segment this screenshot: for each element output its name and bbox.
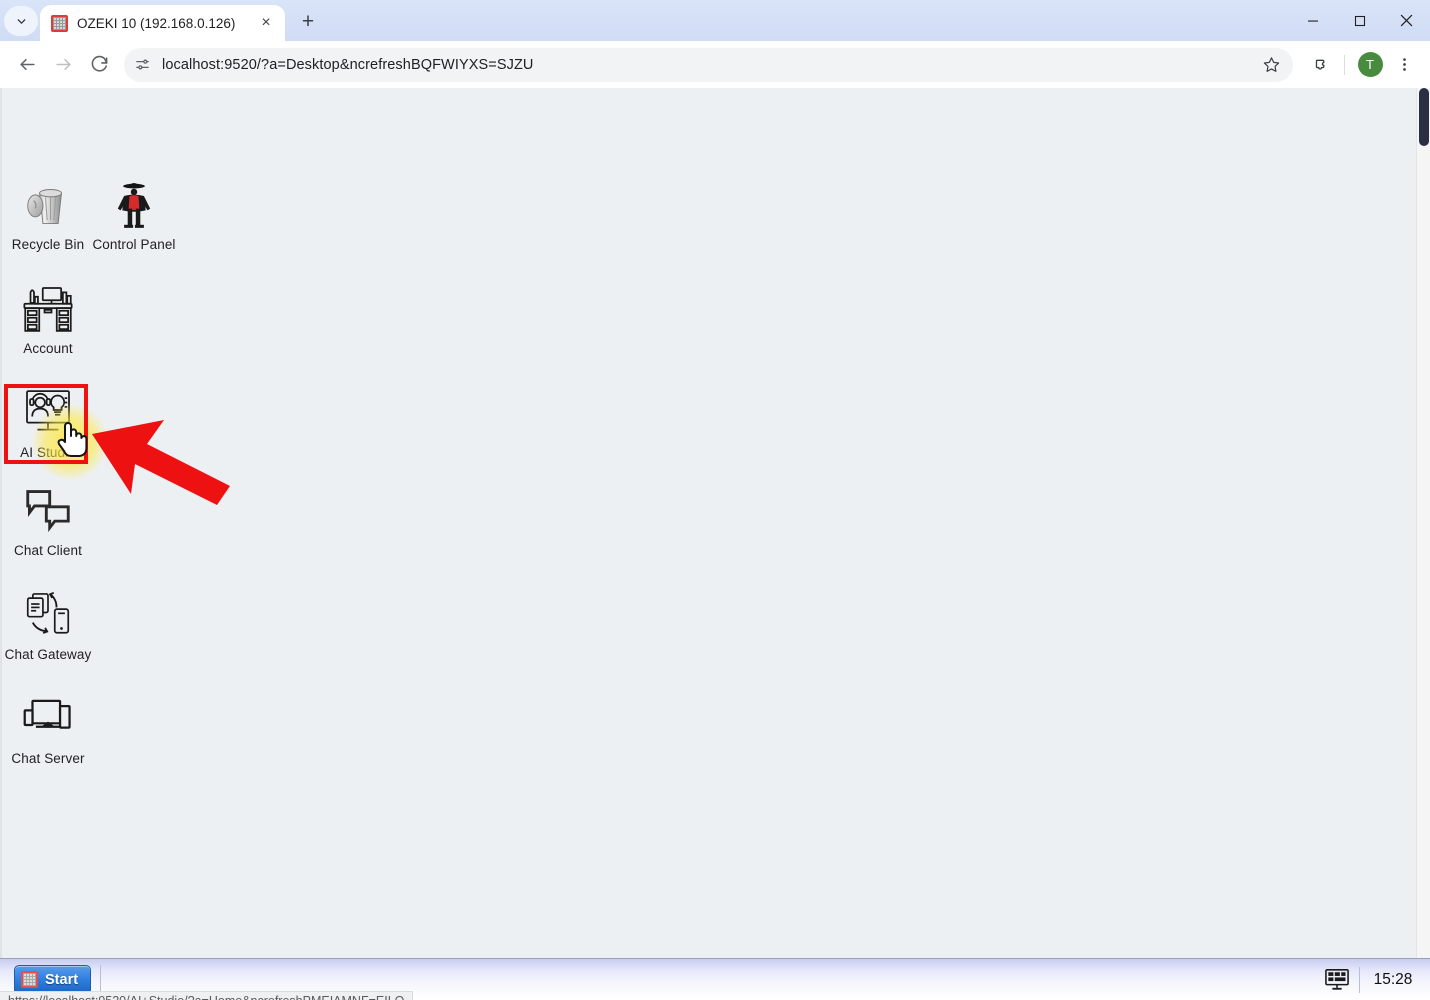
document-phone-sync-icon	[19, 586, 77, 644]
desktop-icon-chat-client[interactable]: Chat Client	[4, 482, 92, 558]
desktop-icon-label: Account	[23, 341, 73, 356]
speech-bubbles-icon	[19, 482, 77, 540]
desk-icon	[19, 280, 77, 338]
reload-button[interactable]	[82, 48, 116, 82]
url-text[interactable]: localhost:9520/?a=Desktop&ncrefreshBQFWI…	[162, 57, 1255, 73]
ai-studio-monitor-icon	[19, 384, 77, 442]
extensions-puzzle-icon[interactable]	[1303, 49, 1335, 81]
tab-title: OZEKI 10 (192.168.0.126)	[77, 15, 236, 31]
trash-can-icon	[19, 176, 77, 234]
status-bar-url: https://localhost:9520/AI+Studio/?a=Home…	[0, 991, 414, 1000]
maximize-window-button[interactable]	[1336, 0, 1383, 41]
desktop-icon-label: Control Panel	[92, 237, 176, 252]
close-window-button[interactable]	[1383, 0, 1430, 41]
avatar-initial: T	[1357, 52, 1383, 77]
browser-window: OZEKI 10 (192.168.0.126) × + localhost:9…	[0, 0, 1430, 1000]
close-tab-icon[interactable]: ×	[255, 12, 277, 34]
desktop-icon-label: AI Studio	[20, 445, 76, 460]
bookmark-star-icon[interactable]	[1255, 49, 1287, 81]
display-monitor-icon[interactable]	[1315, 959, 1359, 1000]
desktop-icon-chat-server[interactable]: Chat Server	[4, 690, 92, 766]
forward-button[interactable]	[46, 48, 80, 82]
browser-toolbar: localhost:9520/?a=Desktop&ncrefreshBQFWI…	[0, 41, 1430, 88]
start-button[interactable]: Start	[14, 964, 92, 995]
taskbar-clock[interactable]: 15:28	[1360, 971, 1426, 989]
tab-strip: OZEKI 10 (192.168.0.126) × +	[0, 0, 1430, 41]
monitor-devices-icon	[19, 690, 77, 748]
desktop-icon-ai-studio[interactable]: AI Studio	[4, 384, 92, 460]
back-button[interactable]	[10, 48, 44, 82]
start-button-label: Start	[45, 971, 79, 988]
site-settings-icon[interactable]	[128, 51, 156, 79]
profile-avatar[interactable]: T	[1354, 49, 1386, 81]
desktop-icon-label: Chat Gateway	[4, 647, 92, 662]
page-scrollbar[interactable]	[1416, 88, 1430, 958]
desktop-icon-control-panel[interactable]: Control Panel	[90, 176, 178, 252]
ozeki-desktop[interactable]: Recycle Bin Control Panel Account AI Stu…	[0, 88, 1416, 958]
system-tray: 15:28	[1315, 959, 1426, 1000]
desktop-icon-chat-gateway[interactable]: Chat Gateway	[4, 586, 92, 662]
desktop-icon-label: Chat Client	[14, 543, 82, 558]
ozeki-grid-icon	[21, 971, 38, 988]
annotation-arrow	[90, 410, 240, 510]
desktop-icon-label: Recycle Bin	[11, 237, 85, 252]
conductor-figure-icon	[105, 176, 163, 234]
address-bar[interactable]: localhost:9520/?a=Desktop&ncrefreshBQFWI…	[124, 47, 1293, 82]
desktop-icon-account[interactable]: Account	[4, 280, 92, 356]
page-viewport: Recycle Bin Control Panel Account AI Stu…	[0, 88, 1430, 958]
taskbar-separator	[100, 964, 102, 995]
tab-search-chevron-icon[interactable]	[4, 6, 38, 36]
desktop-icon-label: Chat Server	[11, 751, 85, 766]
new-tab-button[interactable]: +	[293, 7, 323, 37]
scrollbar-thumb[interactable]	[1419, 88, 1429, 146]
window-controls	[1289, 0, 1430, 41]
toolbar-divider	[1344, 54, 1345, 75]
three-dot-menu-icon[interactable]	[1388, 49, 1420, 81]
desktop-icon-recycle-bin[interactable]: Recycle Bin	[4, 176, 92, 252]
ozeki-grid-favicon	[51, 14, 68, 32]
browser-tab-ozeki[interactable]: OZEKI 10 (192.168.0.126) ×	[40, 5, 285, 41]
minimize-window-button[interactable]	[1289, 0, 1336, 41]
